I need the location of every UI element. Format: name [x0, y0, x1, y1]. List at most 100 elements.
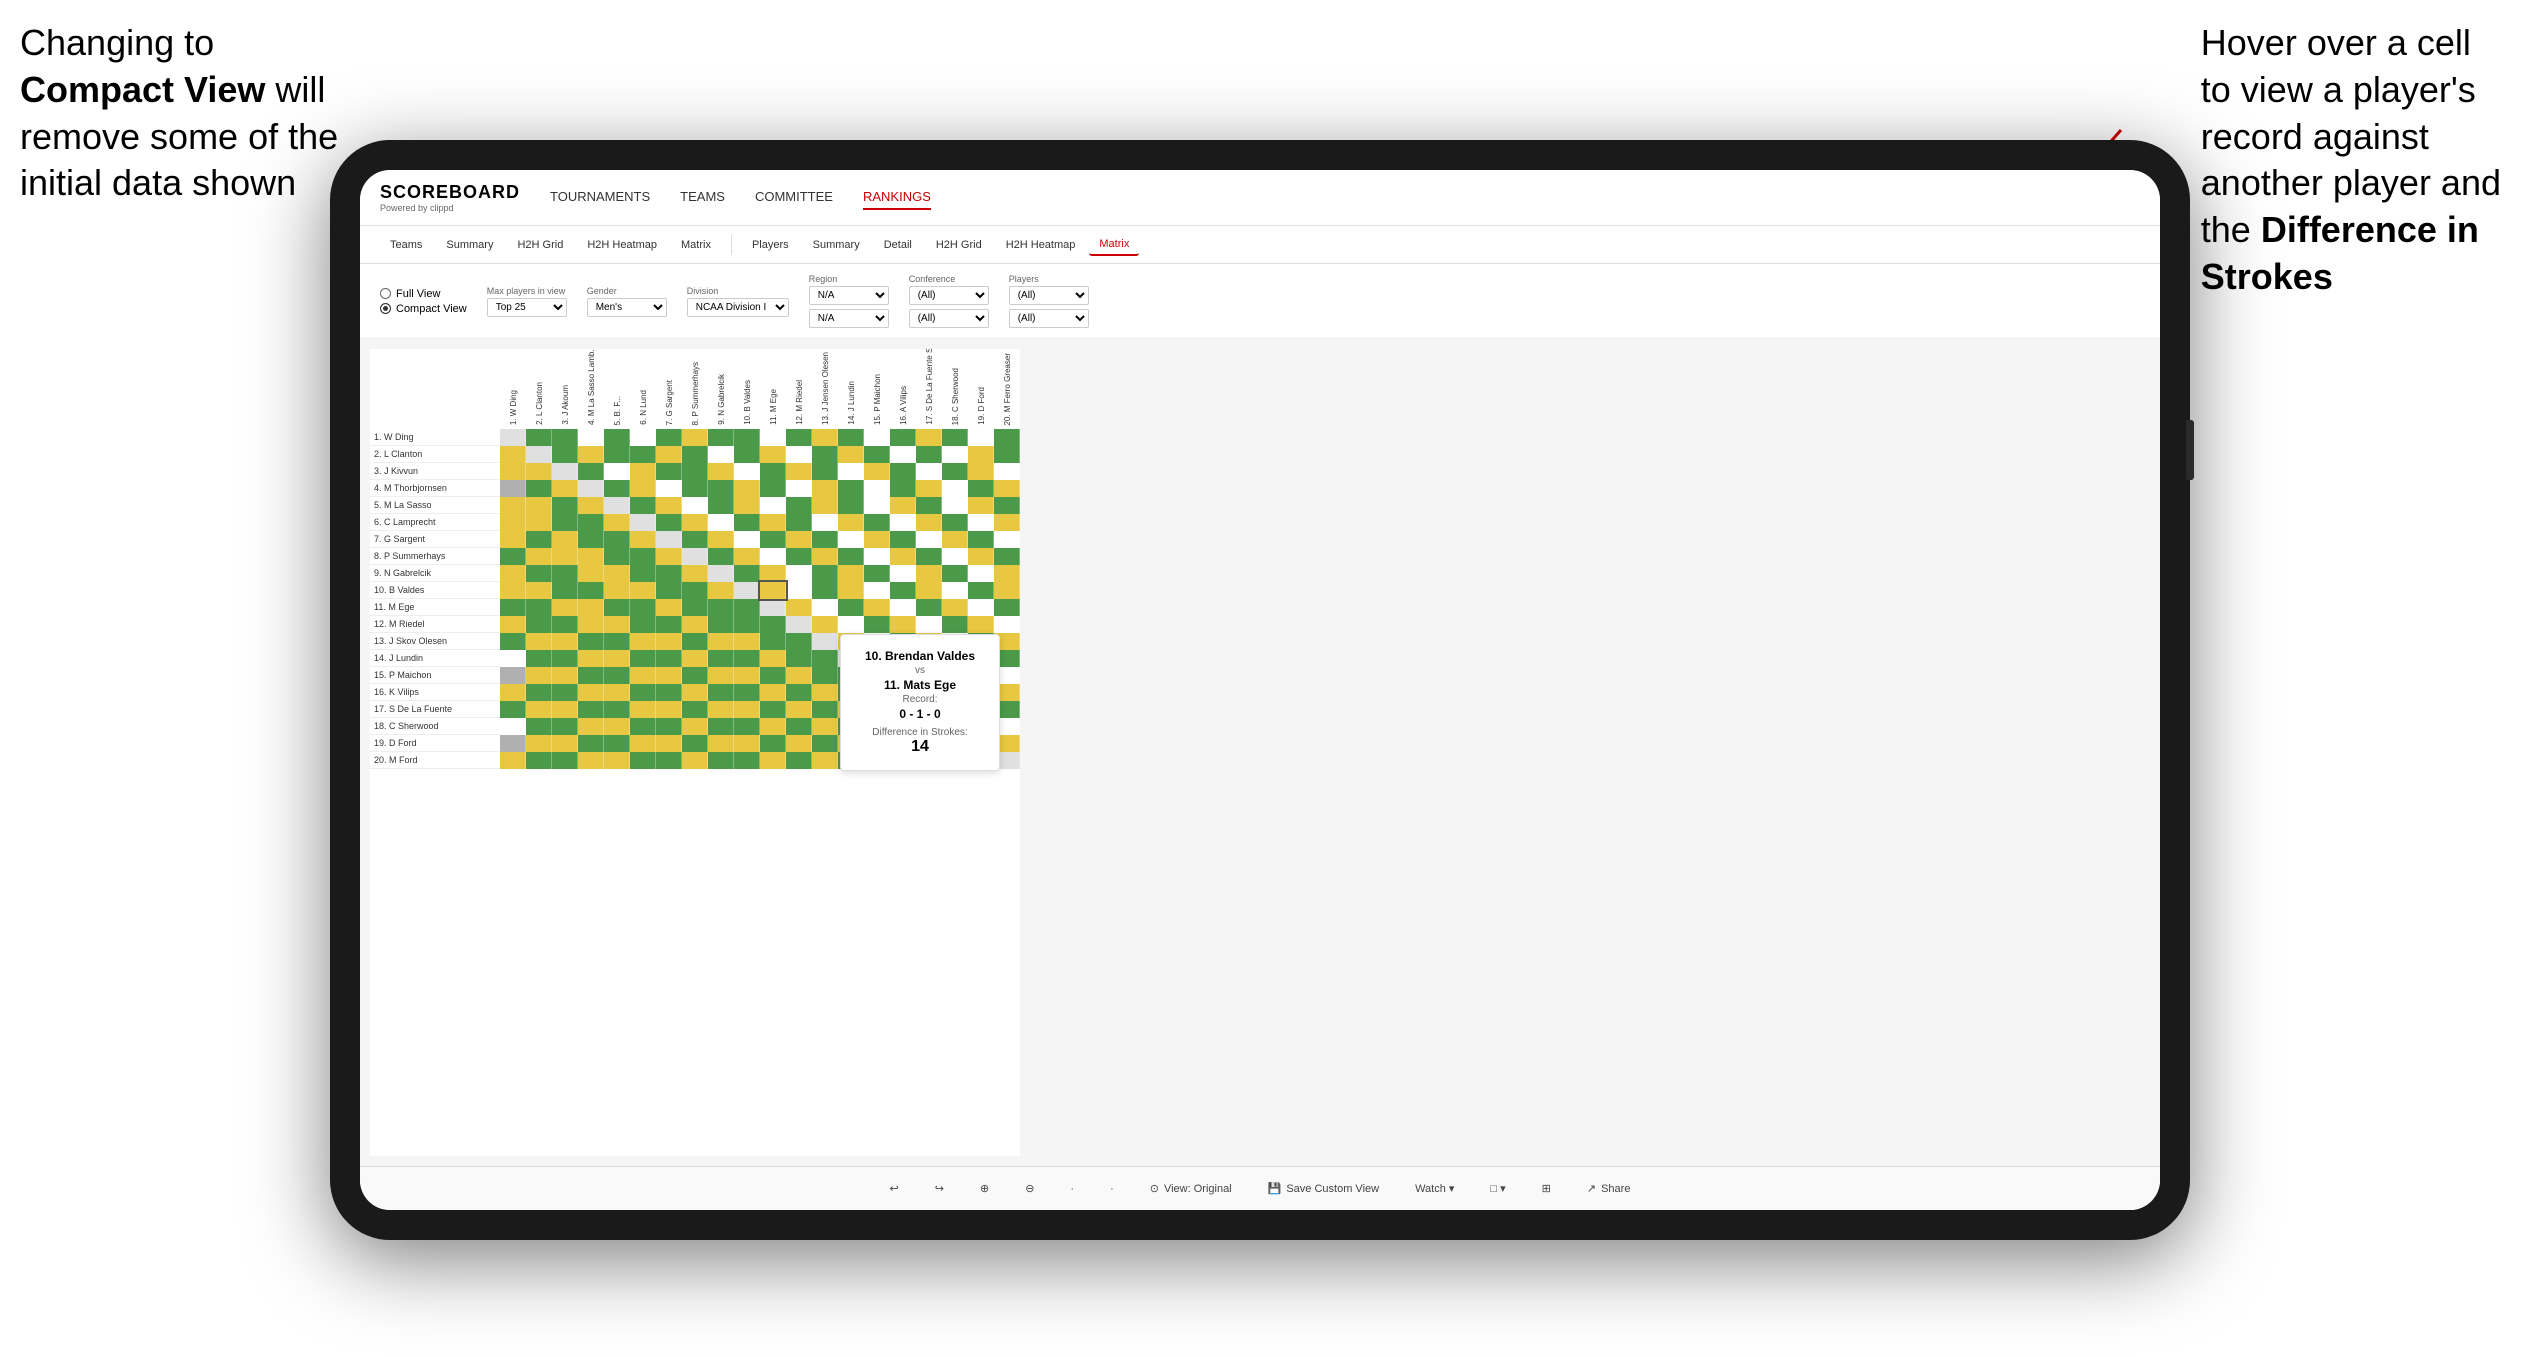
cell-10-12[interactable]: [786, 582, 812, 599]
cell-2-8[interactable]: [682, 446, 708, 463]
cell-1-2[interactable]: [526, 429, 552, 446]
cell-11-1[interactable]: [500, 599, 526, 616]
cell-2-4[interactable]: [578, 446, 604, 463]
cell-9-5[interactable]: [604, 565, 630, 582]
cell-7-9[interactable]: [708, 531, 734, 548]
cell-9-14[interactable]: [838, 565, 864, 582]
cell-3-20[interactable]: [994, 463, 1020, 480]
compact-view-radio[interactable]: [380, 303, 391, 314]
cell-5-16[interactable]: [890, 497, 916, 514]
cell-3-4[interactable]: [578, 463, 604, 480]
cell-4-11[interactable]: [760, 480, 786, 497]
cell-10-16[interactable]: [890, 582, 916, 599]
cell-6-13[interactable]: [812, 514, 838, 531]
cell-6-14[interactable]: [838, 514, 864, 531]
cell-1-8[interactable]: [682, 429, 708, 446]
conference-select-2[interactable]: (All): [909, 309, 989, 328]
undo-button[interactable]: ↩: [882, 1178, 907, 1199]
cell-7-8[interactable]: [682, 531, 708, 548]
cell-4-5[interactable]: [604, 480, 630, 497]
cell-2-5[interactable]: [604, 446, 630, 463]
region-select-2[interactable]: N/A: [809, 309, 889, 328]
share-options-button[interactable]: □ ▾: [1482, 1178, 1513, 1199]
cell-3-5[interactable]: [604, 463, 630, 480]
cell-11-12[interactable]: [786, 599, 812, 616]
cell-1-10[interactable]: [734, 429, 760, 446]
cell-10-19[interactable]: [968, 582, 994, 599]
cell-8-10[interactable]: [734, 548, 760, 565]
cell-8-2[interactable]: [526, 548, 552, 565]
cell-1-7[interactable]: [656, 429, 682, 446]
cell-10-8[interactable]: [682, 582, 708, 599]
cell-10-6[interactable]: [630, 582, 656, 599]
cell-9-13[interactable]: [812, 565, 838, 582]
cell-4-16[interactable]: [890, 480, 916, 497]
grid-view-button[interactable]: ⊞: [1534, 1178, 1559, 1199]
cell-5-10[interactable]: [734, 497, 760, 514]
cell-7-10[interactable]: [734, 531, 760, 548]
cell-11-16[interactable]: [890, 599, 916, 616]
cell-10-3[interactable]: [552, 582, 578, 599]
tab-summary[interactable]: Summary: [436, 235, 503, 255]
cell-9-12[interactable]: [786, 565, 812, 582]
pan-button[interactable]: ·: [1062, 1179, 1082, 1199]
cell-2-6[interactable]: [630, 446, 656, 463]
cell-3-6[interactable]: [630, 463, 656, 480]
cell-11-14[interactable]: [838, 599, 864, 616]
cell-9-2[interactable]: [526, 565, 552, 582]
cell-7-14[interactable]: [838, 531, 864, 548]
full-view-radio[interactable]: [380, 288, 391, 299]
cell-2-10[interactable]: [734, 446, 760, 463]
cell-4-18[interactable]: [942, 480, 968, 497]
cell-2-13[interactable]: [812, 446, 838, 463]
cell-2-11[interactable]: [760, 446, 786, 463]
cell-5-19[interactable]: [968, 497, 994, 514]
zoom-out-button[interactable]: ⊖: [1017, 1178, 1042, 1199]
cell-6-9[interactable]: [708, 514, 734, 531]
cell-7-20[interactable]: [994, 531, 1020, 548]
cell-3-9[interactable]: [708, 463, 734, 480]
cell-6-12[interactable]: [786, 514, 812, 531]
cell-9-3[interactable]: [552, 565, 578, 582]
cell-11-11[interactable]: [760, 599, 786, 616]
cell-3-12[interactable]: [786, 463, 812, 480]
cell-2-2[interactable]: [526, 446, 552, 463]
cell-8-3[interactable]: [552, 548, 578, 565]
cell-1-20[interactable]: [994, 429, 1020, 446]
cell-10-13[interactable]: [812, 582, 838, 599]
cell-6-15[interactable]: [864, 514, 890, 531]
cell-8-18[interactable]: [942, 548, 968, 565]
full-view-option[interactable]: Full View: [380, 288, 467, 300]
cell-10-1[interactable]: [500, 582, 526, 599]
cell-10-10[interactable]: [734, 582, 760, 599]
cell-10-9[interactable]: [708, 582, 734, 599]
cell-9-11[interactable]: [760, 565, 786, 582]
tab-teams[interactable]: Teams: [380, 235, 432, 255]
cell-11-9[interactable]: [708, 599, 734, 616]
cell-3-19[interactable]: [968, 463, 994, 480]
cell-2-18[interactable]: [942, 446, 968, 463]
cell-10-7[interactable]: [656, 582, 682, 599]
cell-4-14[interactable]: [838, 480, 864, 497]
cell-6-2[interactable]: [526, 514, 552, 531]
cell-6-10[interactable]: [734, 514, 760, 531]
settings-button[interactable]: ·: [1102, 1179, 1122, 1199]
cell-8-5[interactable]: [604, 548, 630, 565]
cell-2-9[interactable]: [708, 446, 734, 463]
share-button[interactable]: ↗ Share: [1579, 1178, 1639, 1199]
cell-5-5[interactable]: [604, 497, 630, 514]
cell-5-4[interactable]: [578, 497, 604, 514]
cell-7-6[interactable]: [630, 531, 656, 548]
cell-4-9[interactable]: [708, 480, 734, 497]
cell-6-19[interactable]: [968, 514, 994, 531]
cell-5-2[interactable]: [526, 497, 552, 514]
cell-8-19[interactable]: [968, 548, 994, 565]
cell-9-16[interactable]: [890, 565, 916, 582]
cell-1-9[interactable]: [708, 429, 734, 446]
tab-players[interactable]: Players: [742, 235, 799, 255]
cell-5-20[interactable]: [994, 497, 1020, 514]
tab-matrix-2[interactable]: Matrix: [1089, 234, 1139, 256]
cell-8-15[interactable]: [864, 548, 890, 565]
cell-5-12[interactable]: [786, 497, 812, 514]
cell-11-6[interactable]: [630, 599, 656, 616]
